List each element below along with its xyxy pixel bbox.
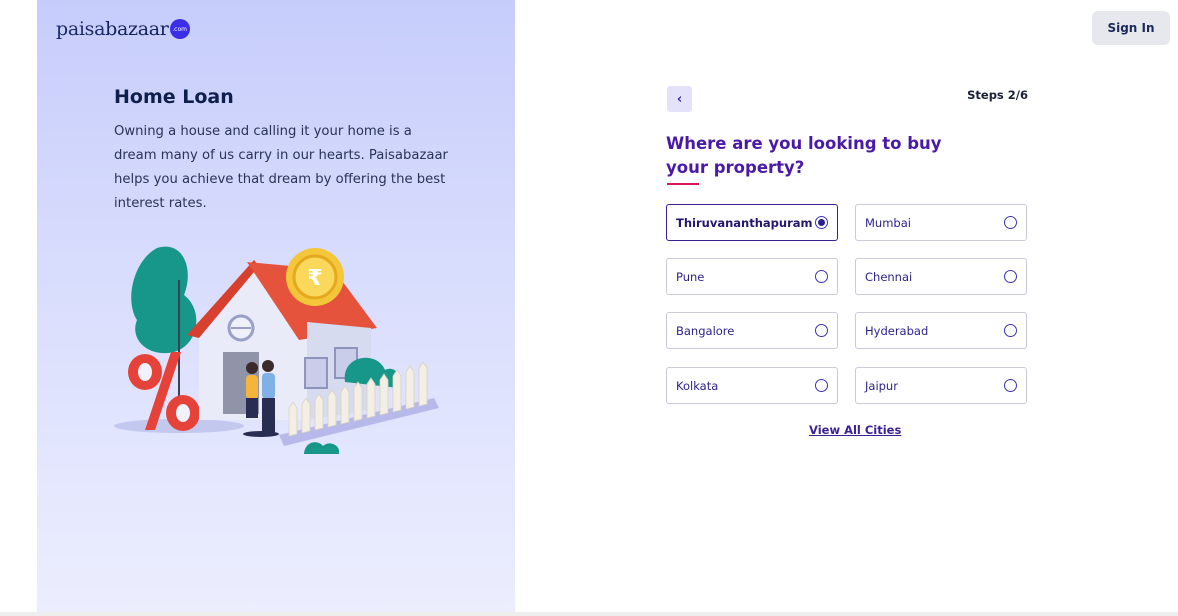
city-label: Thiruvananthapuram xyxy=(676,215,813,230)
city-option-jaipur[interactable]: Jaipur xyxy=(855,367,1027,404)
view-all-cities-link[interactable]: View All Cities xyxy=(809,423,901,437)
back-button[interactable]: ‹ xyxy=(667,86,692,112)
title-underline xyxy=(667,183,699,185)
city-option-thiruvananthapuram[interactable]: Thiruvananthapuram xyxy=(666,204,838,241)
city-label: Kolkata xyxy=(676,378,719,393)
radio-checked-icon[interactable] xyxy=(815,216,828,229)
hero-description: Owning a house and calling it your home … xyxy=(114,124,448,211)
percent-sign-icon xyxy=(128,352,200,431)
city-label: Pune xyxy=(676,269,705,284)
city-label: Bangalore xyxy=(676,323,735,338)
city-option-bangalore[interactable]: Bangalore xyxy=(666,312,838,349)
tree-shape xyxy=(131,246,197,354)
logo-text-bazaar: bazaar xyxy=(105,18,169,40)
radio-icon[interactable] xyxy=(815,270,828,283)
city-option-pune[interactable]: Pune xyxy=(666,258,838,295)
hero-panel: paisabazaar .com Home Loan Owning a hous… xyxy=(37,0,515,616)
city-label: Chennai xyxy=(865,269,913,284)
city-label: Jaipur xyxy=(865,378,898,393)
logo-text-paisa: paisa xyxy=(56,18,106,40)
radio-icon[interactable] xyxy=(1004,216,1017,229)
city-option-mumbai[interactable]: Mumbai xyxy=(855,204,1027,241)
step-indicator: Steps 2/6 xyxy=(967,88,1028,102)
city-label: Hyderabad xyxy=(865,323,929,338)
sign-in-button[interactable]: Sign In xyxy=(1092,11,1170,45)
radio-icon[interactable] xyxy=(815,324,828,337)
hero-title: Home Loan xyxy=(114,86,234,108)
bottom-bar xyxy=(0,612,1178,616)
question-title: Where are you looking to buy your proper… xyxy=(666,134,942,177)
house-illustration: ₹ xyxy=(114,246,439,454)
chevron-left-icon: ‹ xyxy=(676,91,683,107)
city-option-kolkata[interactable]: Kolkata xyxy=(666,367,838,404)
radio-icon[interactable] xyxy=(815,379,828,392)
rupee-symbol: ₹ xyxy=(307,266,322,291)
city-option-chennai[interactable]: Chennai xyxy=(855,258,1027,295)
radio-icon[interactable] xyxy=(1004,324,1017,337)
logo-badge: .com xyxy=(169,19,190,39)
city-label: Mumbai xyxy=(865,215,911,230)
city-option-hyderabad[interactable]: Hyderabad xyxy=(855,312,1027,349)
bush-small xyxy=(304,442,340,454)
radio-icon[interactable] xyxy=(1004,379,1017,392)
rupee-coin-icon: ₹ xyxy=(286,248,344,306)
radio-icon[interactable] xyxy=(1004,270,1017,283)
paisabazaar-logo[interactable]: paisabazaar .com xyxy=(56,16,190,42)
